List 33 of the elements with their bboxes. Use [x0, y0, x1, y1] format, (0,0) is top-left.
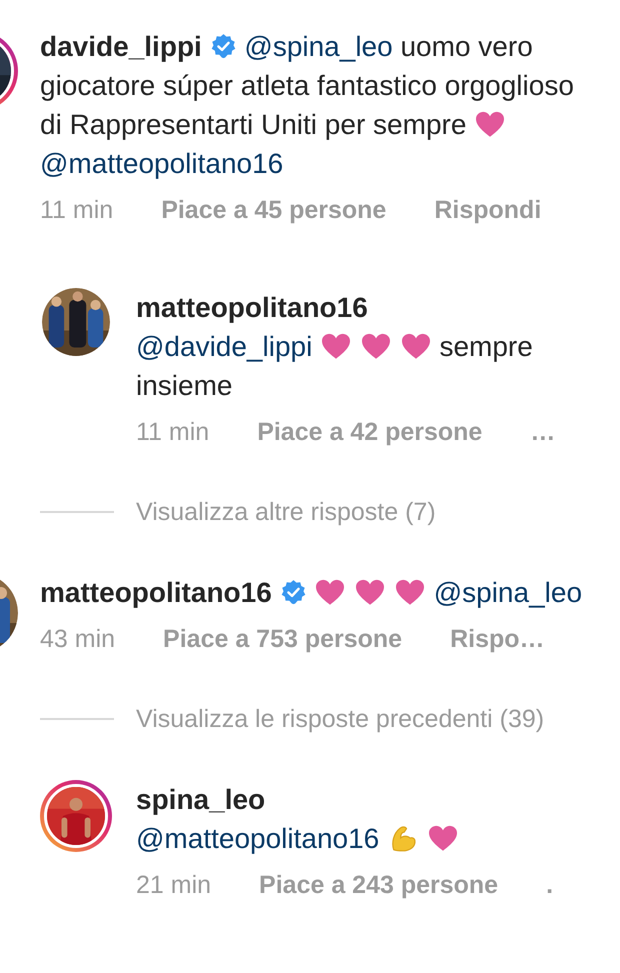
likes-link[interactable]: Piace a 42 persone	[257, 417, 482, 447]
timestamp: 43 min	[40, 624, 116, 654]
username-link[interactable]: matteopolitano16	[40, 577, 272, 608]
mention-link[interactable]: @davide_lippi	[136, 331, 312, 362]
mention-link[interactable]: @matteopolitano16	[136, 823, 380, 854]
heart-icon	[400, 332, 432, 360]
reply-link[interactable]: …	[530, 417, 556, 447]
view-replies-link[interactable]: Visualizza le risposte precedenti (39)	[136, 704, 544, 734]
heart-icon	[320, 332, 352, 360]
comment-text: matteopolitano16 @davide_lippi sempre insieme	[136, 288, 590, 405]
timestamp: 11 min	[136, 417, 210, 447]
heart-icon	[394, 578, 426, 606]
heart-icon	[474, 110, 506, 138]
username-link[interactable]: davide_lippi	[40, 31, 202, 62]
view-replies-link[interactable]: Visualizza altre risposte (7)	[136, 497, 436, 527]
reply-link[interactable]: Rispondi	[434, 195, 542, 225]
likes-link[interactable]: Piace a 753 persone	[163, 624, 402, 654]
mention-link[interactable]: @spina_leo	[244, 31, 393, 62]
heart-icon	[314, 578, 346, 606]
username-link[interactable]: spina_leo	[136, 780, 590, 819]
likes-link[interactable]: Piace a 243 persone	[259, 870, 498, 900]
likes-link[interactable]: Piace a 45 persone	[161, 195, 386, 225]
comment-text: davide_lippi @spina_leo uomo vero giocatore súper atleta fantastico orgoglioso di Rappresentarti Uniti per sempre @matteopolitano16	[40, 30, 575, 181]
heart-icon	[354, 578, 386, 606]
heart-icon	[426, 824, 459, 852]
timestamp: 21 min	[136, 870, 212, 900]
username-link[interactable]: matteopolitano16	[136, 288, 590, 327]
reply-link[interactable]: Rispo…	[450, 624, 545, 654]
timestamp: 11 min	[40, 195, 114, 225]
heart-icon	[360, 332, 392, 360]
mention-link[interactable]: @matteopolitano16	[40, 148, 284, 179]
mention-link[interactable]: @spina_leo	[434, 577, 582, 608]
reply-link[interactable]: .	[546, 870, 554, 900]
